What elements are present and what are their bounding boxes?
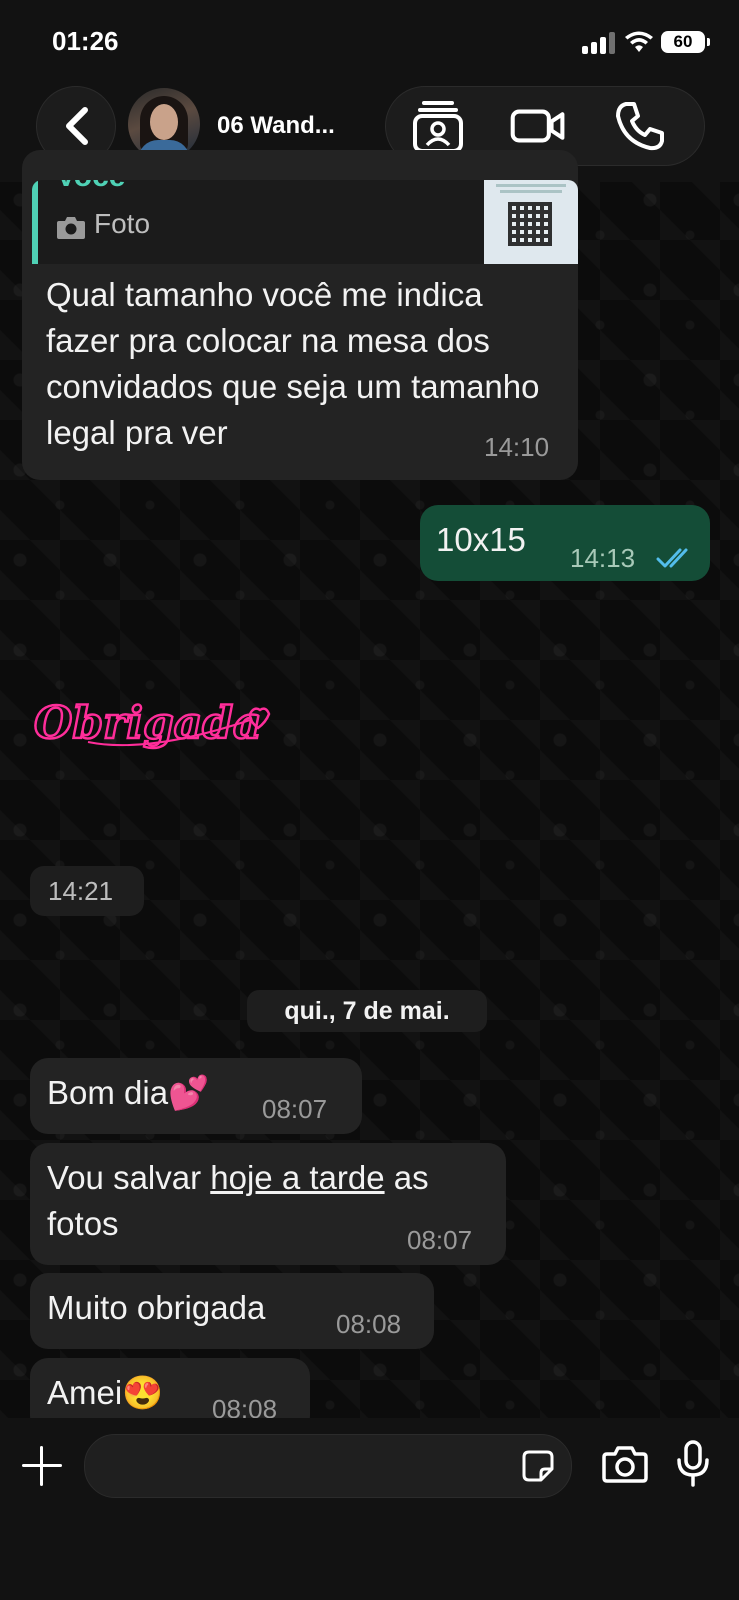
signal-icon (582, 32, 616, 54)
chevron-left-icon (66, 107, 88, 145)
message-text: 10x15 (436, 521, 526, 558)
sticker-time-pill: 14:21 (30, 866, 144, 916)
message-bubble-incoming[interactable]: Muito obrigada 08:08 (30, 1273, 434, 1349)
contact-card-icon (413, 101, 463, 153)
message-text: Qual tamanho você me indica fazer pra co… (46, 276, 540, 451)
quote-accent-bar (32, 180, 38, 264)
status-time: 01:26 (52, 26, 119, 56)
date-separator: qui., 7 de mai. (247, 990, 487, 1032)
camera-icon (57, 217, 85, 239)
message-text: Amei😍 (47, 1374, 164, 1411)
svg-text:Obrigada: Obrigada (34, 698, 262, 749)
double-check-icon (656, 548, 688, 568)
status-bar: 01:26 60 (0, 0, 739, 82)
quoted-message[interactable]: Você Foto (32, 180, 578, 264)
message-time: 14:21 (48, 876, 114, 906)
message-bubble-outgoing[interactable]: 10x15 14:13 (420, 505, 710, 581)
battery-indicator: 60 (661, 31, 710, 53)
sticker-image: Obrigada (33, 697, 271, 750)
message-field[interactable] (105, 1447, 489, 1485)
message-time: 14:10 (484, 432, 550, 462)
sticker-icon[interactable] (521, 1449, 555, 1483)
microphone-icon[interactable] (676, 1440, 710, 1488)
video-camera-icon (510, 109, 565, 143)
message-bubble-incoming[interactable]: Vou salvar hoje a tarde as fotos 08:07 (30, 1143, 506, 1265)
contact-card-button[interactable] (410, 99, 466, 153)
date-link[interactable]: hoje a tarde (210, 1159, 384, 1196)
quoted-author: Você (56, 180, 125, 194)
message-text: Bom dia💕 (47, 1074, 210, 1111)
message-bubble-incoming[interactable]: Bom dia💕 08:07 (30, 1058, 362, 1134)
plus-icon[interactable] (22, 1446, 62, 1486)
message-bubble-incoming[interactable]: Você Foto Qual tamanho você me indica fa… (22, 150, 578, 480)
message-input[interactable] (84, 1434, 572, 1498)
quoted-type-label: Foto (94, 208, 151, 239)
message-time: 08:07 (407, 1225, 473, 1255)
composer-bar (0, 1418, 739, 1600)
wifi-icon (625, 31, 653, 52)
voice-call-button[interactable] (612, 99, 668, 153)
video-call-button[interactable] (510, 99, 566, 153)
sticker-obrigada[interactable]: Obrigada (28, 670, 278, 780)
camera-icon[interactable] (602, 1444, 648, 1484)
message-text: Muito obrigada (47, 1289, 266, 1326)
quoted-photo-thumbnail (484, 180, 578, 264)
message-time: 08:08 (336, 1309, 402, 1339)
contact-name[interactable]: 06 Wand... (217, 112, 335, 140)
phone-icon (616, 102, 664, 151)
message-time: 08:07 (262, 1094, 328, 1124)
message-time: 14:13 (570, 543, 636, 573)
